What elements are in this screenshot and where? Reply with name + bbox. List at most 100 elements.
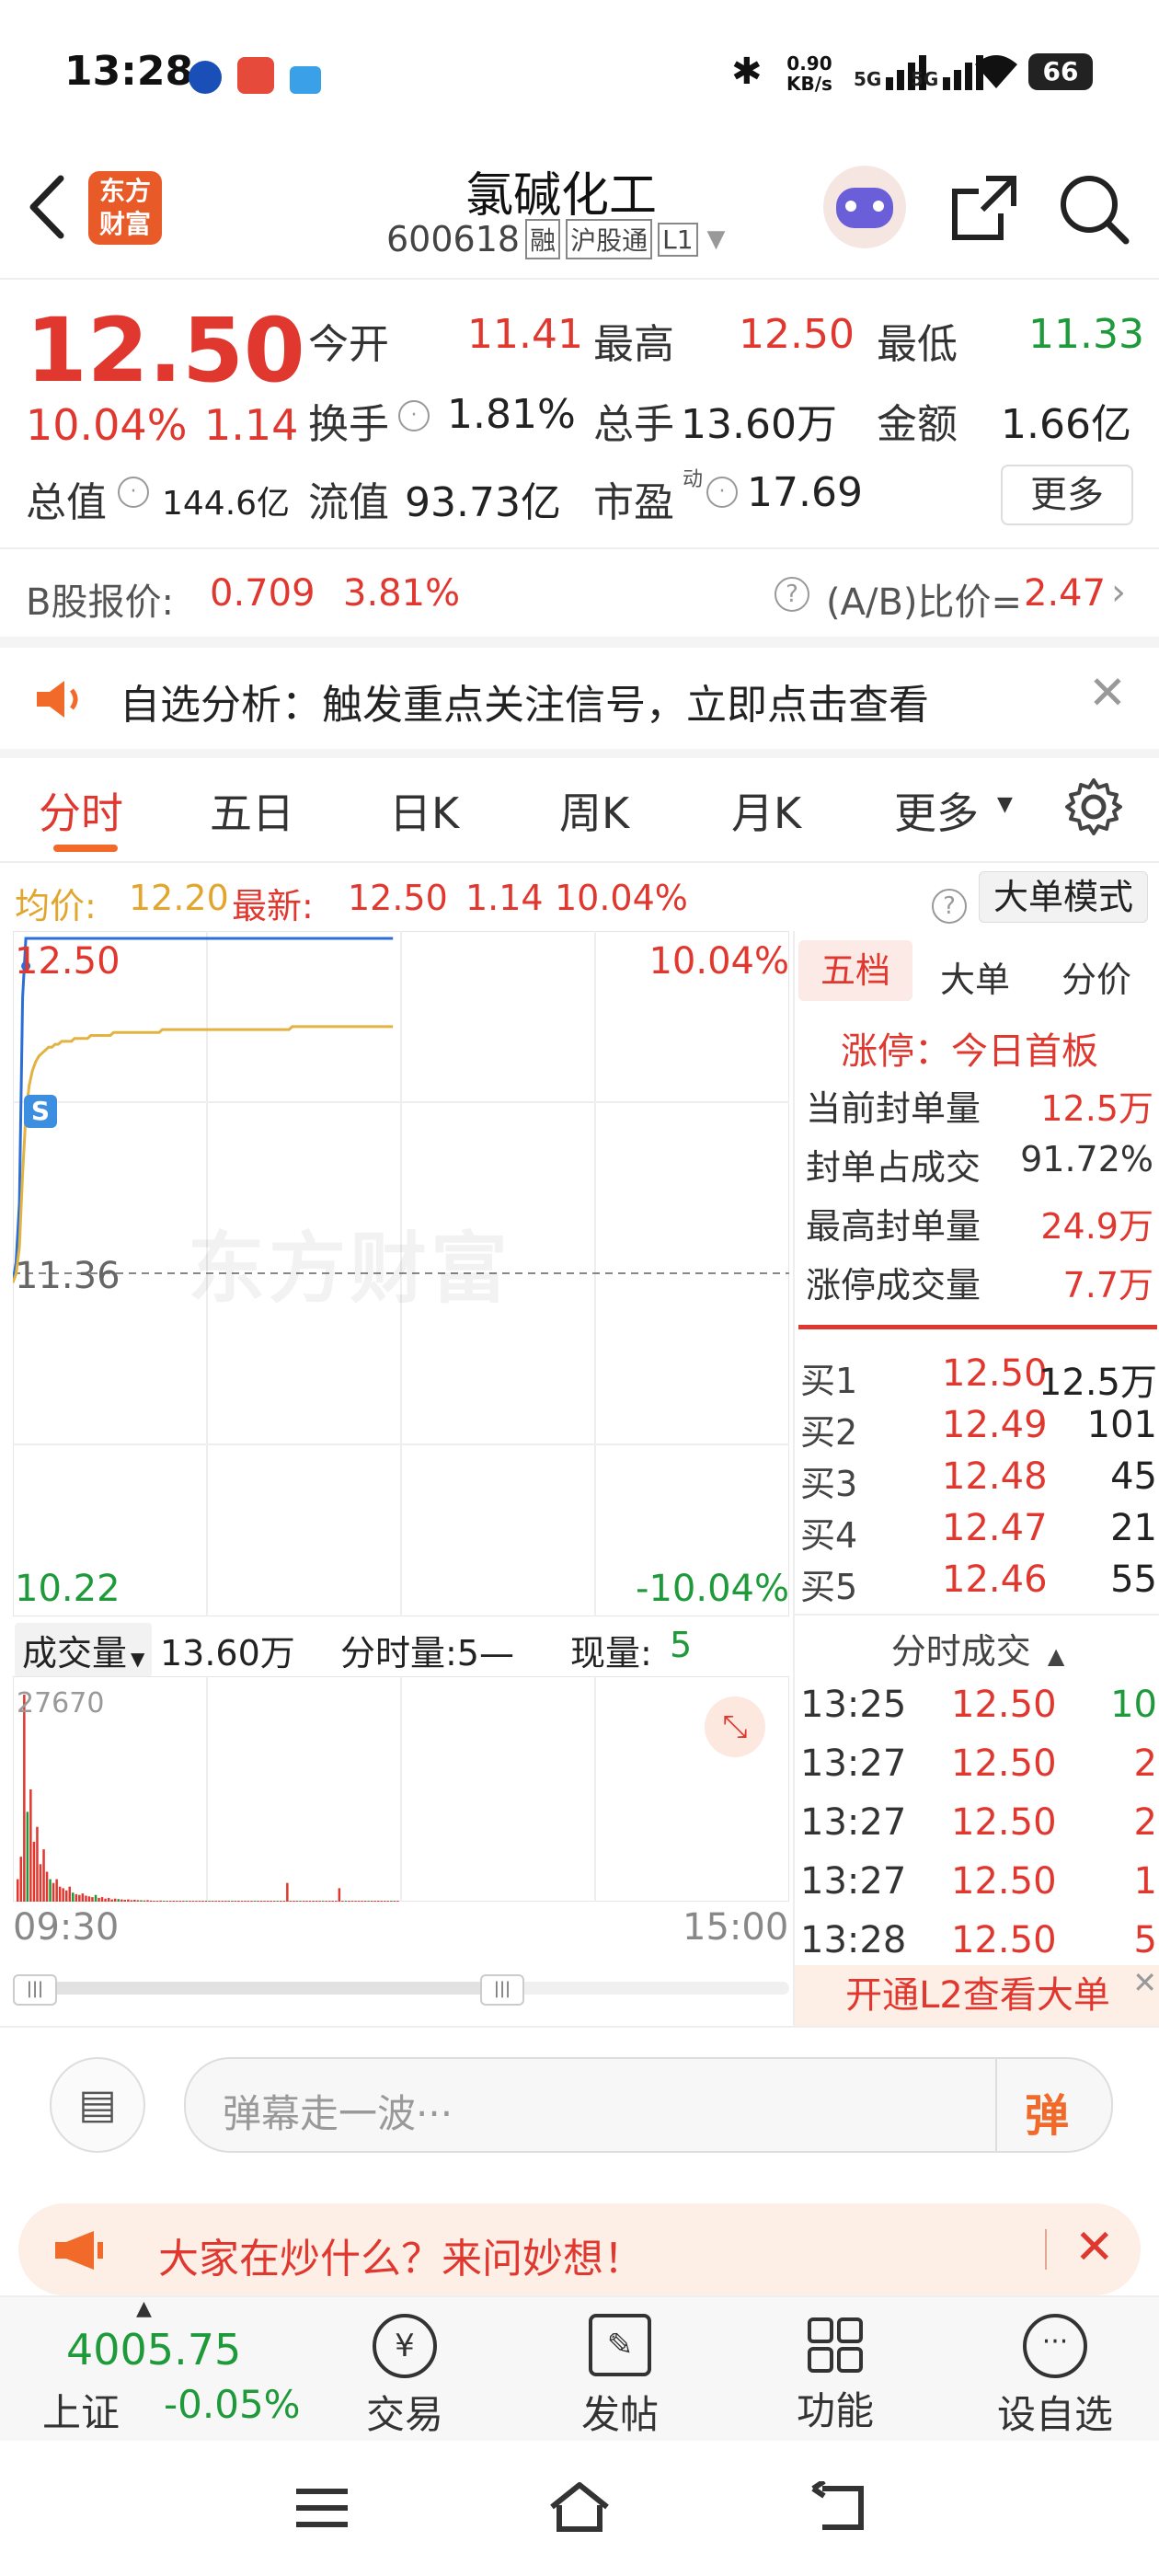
volume-selector[interactable]: 成交量 ▼ xyxy=(15,1623,153,1677)
menu-icon[interactable] xyxy=(296,2487,348,2529)
notif-icon-2 xyxy=(237,57,275,94)
signal-notice[interactable]: 自选分析：触发重点关注信号，立即点击查看 ✕ xyxy=(0,648,1159,749)
volume-bar xyxy=(224,1901,227,1902)
mcap-info-icon[interactable]: · xyxy=(118,477,149,508)
close-icon[interactable]: ✕ xyxy=(1088,666,1127,719)
volume-now-value: 5 xyxy=(670,1625,693,1665)
bid-vol-3: 45 xyxy=(1110,1455,1157,1498)
tab-5day[interactable]: 五日 xyxy=(210,780,294,841)
tab-more[interactable]: 更多 xyxy=(894,780,979,841)
close-icon[interactable]: ✕ xyxy=(1074,2220,1115,2275)
volume-bar xyxy=(204,1901,208,1902)
volume-bar xyxy=(380,1901,383,1902)
volume-label: 成交量 xyxy=(22,1633,128,1673)
volume-bar xyxy=(244,1901,247,1902)
help-icon[interactable]: ? xyxy=(775,577,809,612)
expand-icon[interactable]: ⤡ xyxy=(705,1696,765,1757)
volume-bar xyxy=(107,1897,110,1902)
volume-bar xyxy=(335,1901,338,1902)
stock-code-line[interactable]: 600618 融 沪股通 L1 ▼ xyxy=(386,219,726,259)
robot-assistant-icon[interactable] xyxy=(823,166,906,248)
panel-tab-five-level-label: 五档 xyxy=(820,950,890,991)
tick-vol-2: 2 xyxy=(1133,1742,1157,1785)
comment-input-box[interactable]: 弹幕走一波··· 弹 xyxy=(184,2057,1113,2153)
nav-add-watchlist-label: 设自选 xyxy=(996,2392,1113,2437)
logo-text-1: 东方 xyxy=(98,176,151,206)
stock-code: 600618 xyxy=(386,219,521,259)
range-scroller[interactable]: ||| ||| xyxy=(13,1974,789,2006)
tick-price-3: 12.50 xyxy=(951,1801,1057,1844)
signal-2-label: 5G xyxy=(911,68,939,90)
high-value: 12.50 xyxy=(739,311,855,358)
volume-bar xyxy=(198,1901,201,1902)
search-icon[interactable] xyxy=(1058,173,1131,247)
volume-bar xyxy=(302,1901,305,1902)
danmaku-send-button[interactable]: 弹 xyxy=(1025,2079,1069,2144)
panel-tab-price-split[interactable]: 分价 xyxy=(1061,951,1131,1002)
tab-intraday[interactable]: 分时 xyxy=(39,780,123,841)
nav-add-watchlist[interactable]: ··· 设自选 xyxy=(977,2297,1133,2443)
index-ticker[interactable]: ▲ 4005.75 上证 -0.05% xyxy=(0,2297,313,2443)
gear-icon[interactable] xyxy=(1063,776,1124,837)
stat-value-4: 7.7万 xyxy=(1062,1265,1153,1305)
tab-daily[interactable]: 日K xyxy=(389,780,459,841)
nav-post[interactable]: ✎ 发帖 xyxy=(546,2297,694,2443)
volume-bar xyxy=(373,1901,376,1902)
bluetooth-icon: ✱ xyxy=(731,51,763,93)
bid-price-4: 12.47 xyxy=(942,1507,1048,1549)
volume-bar xyxy=(315,1901,318,1902)
stat-label-1: 当前封单量 xyxy=(806,1088,981,1129)
volume-bar xyxy=(325,1901,327,1902)
ticks-header[interactable]: 分时成交 ▲ xyxy=(795,1623,1159,1673)
nav-functions[interactable]: 功能 xyxy=(762,2297,909,2443)
volume-bar xyxy=(280,1901,282,1902)
volume-bar xyxy=(32,1841,36,1902)
edit-icon: ✎ xyxy=(589,2314,651,2376)
intraday-chart[interactable]: 东方财富 12.50 11.36 10.22 10.04% -10.04% S xyxy=(13,931,789,1616)
latest-pct: 10.04% xyxy=(555,878,688,918)
share-icon[interactable] xyxy=(949,173,1019,243)
net-speed-value: 0.90 xyxy=(786,52,832,75)
tick-price-4: 12.50 xyxy=(951,1860,1057,1903)
mcap-value: 144.6亿 xyxy=(162,485,291,523)
promo-bar[interactable]: 大家在炒什么？来问妙想！ ✕ xyxy=(18,2203,1141,2295)
panel-tab-five-level[interactable]: 五档 xyxy=(798,940,912,1001)
scroller-right-handle[interactable]: ||| xyxy=(480,1974,524,2006)
bid-price-3: 12.48 xyxy=(942,1455,1048,1498)
turnover-info-icon[interactable]: · xyxy=(398,400,430,431)
close-icon[interactable]: ✕ xyxy=(1132,1952,1157,2013)
volume-bar xyxy=(55,1879,58,1902)
x-start-label: 09:30 xyxy=(13,1906,120,1949)
volume-bar xyxy=(240,1901,244,1902)
bid-vol-4: 21 xyxy=(1110,1507,1157,1549)
l2-banner[interactable]: 开通L2查看大单 ✕ xyxy=(795,1965,1159,2026)
bshare-line[interactable]: B股报价: 0.709 3.81% ? (A/B)比价= 2.47 › xyxy=(0,549,1159,637)
back-arrow-icon[interactable] xyxy=(26,175,66,239)
volume-bar xyxy=(58,1886,62,1902)
tab-monthly[interactable]: 月K xyxy=(731,780,801,841)
nav-trade[interactable]: ¥ 交易 xyxy=(331,2297,478,2443)
volume-bar xyxy=(370,1901,373,1902)
scroller-left-handle[interactable]: ||| xyxy=(13,1974,57,2006)
volume-bar xyxy=(169,1901,172,1902)
pe-info-icon[interactable]: · xyxy=(706,477,738,508)
big-order-mode-button[interactable]: 大单模式 xyxy=(979,871,1148,923)
caret-down-icon: ▼ xyxy=(131,1648,145,1670)
sell-signal-marker[interactable]: S xyxy=(24,1095,57,1128)
volume-bar xyxy=(26,1811,29,1902)
y-mid-label: 11.36 xyxy=(15,1255,120,1297)
volume-bar xyxy=(386,1901,390,1902)
index-value: 4005.75 xyxy=(66,2325,242,2375)
tick-price-1: 12.50 xyxy=(951,1684,1057,1726)
volume-bar xyxy=(162,1901,166,1902)
help-icon[interactable]: ? xyxy=(932,881,967,924)
panel-tab-big-order[interactable]: 大单 xyxy=(940,951,1010,1002)
volume-bar xyxy=(136,1900,140,1902)
tab-weekly[interactable]: 周K xyxy=(559,780,629,841)
back-icon[interactable] xyxy=(809,2481,866,2533)
more-button[interactable]: 更多 xyxy=(1001,465,1133,525)
home-icon[interactable] xyxy=(548,2481,611,2533)
comment-list-icon[interactable]: ▤ xyxy=(50,2057,145,2153)
volume-bar xyxy=(140,1900,143,1902)
volume-max-label: 27670 xyxy=(17,1687,105,1719)
